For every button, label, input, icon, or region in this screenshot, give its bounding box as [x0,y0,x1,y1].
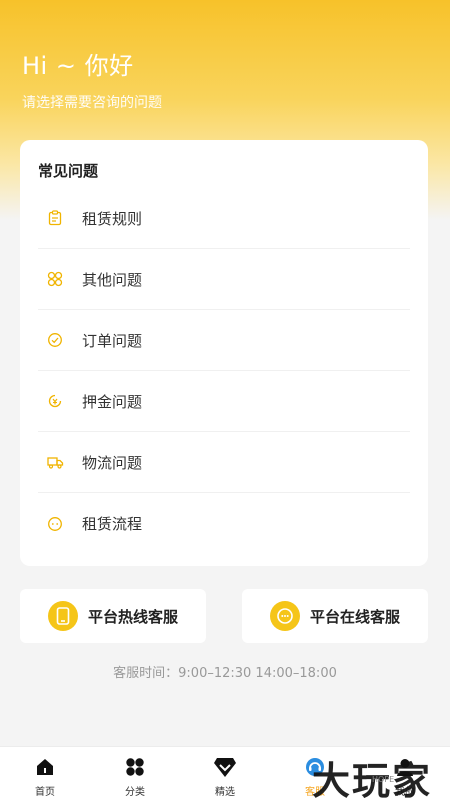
tab-label: 首页 [35,787,55,798]
category-icon [123,755,147,779]
faq-item-label: 其他问题 [82,270,143,289]
phone-icon [47,601,78,631]
tab-service[interactable]: 客服 [270,747,360,800]
tab-label: 我的 [395,787,415,798]
tab-featured[interactable]: 精选 [180,747,270,800]
faq-title: 常见问题 [38,162,99,180]
grid-icon [42,266,68,292]
tab-label: 客服 [305,787,325,798]
tab-home[interactable]: 首页 [0,747,90,800]
online-service-button[interactable]: 平台在线客服 [242,589,428,643]
faq-item-order[interactable]: 订单问题 [38,310,410,371]
order-check-icon [42,327,68,353]
hero-subtitle: 请选择需要咨询的问题 [22,95,162,111]
faq-card: 常见问题 租赁规则 其他问题 订单问题 押金问题 物流问题 租赁流程 [20,140,428,566]
tab-label: 精选 [215,787,235,798]
tab-mine[interactable]: 我的 [360,747,450,800]
service-hours: 客服时间：9:00–12:30 14:00–18:00 [113,666,337,681]
home-icon [33,755,57,779]
faq-item-label: 租赁规则 [82,209,143,228]
hero-title: Hi ~ 你好 [22,52,134,80]
hotline-service-label: 平台热线客服 [87,607,178,626]
faq-item-rental-process[interactable]: 租赁流程 [38,493,410,554]
faq-item-logistics[interactable]: 物流问题 [38,432,410,493]
faq-item-other[interactable]: 其他问题 [38,249,410,310]
tab-category[interactable]: 分类 [90,747,180,800]
diamond-icon [213,755,237,779]
faq-item-rental-rules[interactable]: 租赁规则 [38,188,410,249]
bottom-tab-bar: 首页 分类 精选 客服 我的 [0,746,450,800]
faq-item-label: 物流问题 [82,453,143,472]
faq-item-label: 押金问题 [82,392,143,411]
deposit-icon [42,388,68,414]
tab-label: 分类 [125,787,145,798]
faq-item-label: 订单问题 [82,331,143,350]
faq-item-deposit[interactable]: 押金问题 [38,371,410,432]
headset-icon [303,755,327,779]
user-icon [393,755,417,779]
truck-icon [42,449,68,475]
faq-item-label: 租赁流程 [82,515,143,533]
faq-list: 租赁规则 其他问题 订单问题 押金问题 物流问题 租赁流程 [20,188,428,554]
chat-bubble-icon [269,601,300,631]
hotline-service-button[interactable]: 平台热线客服 [20,589,206,643]
chat-icon [42,511,68,537]
online-service-label: 平台在线客服 [309,607,400,626]
clipboard-icon [42,205,68,231]
